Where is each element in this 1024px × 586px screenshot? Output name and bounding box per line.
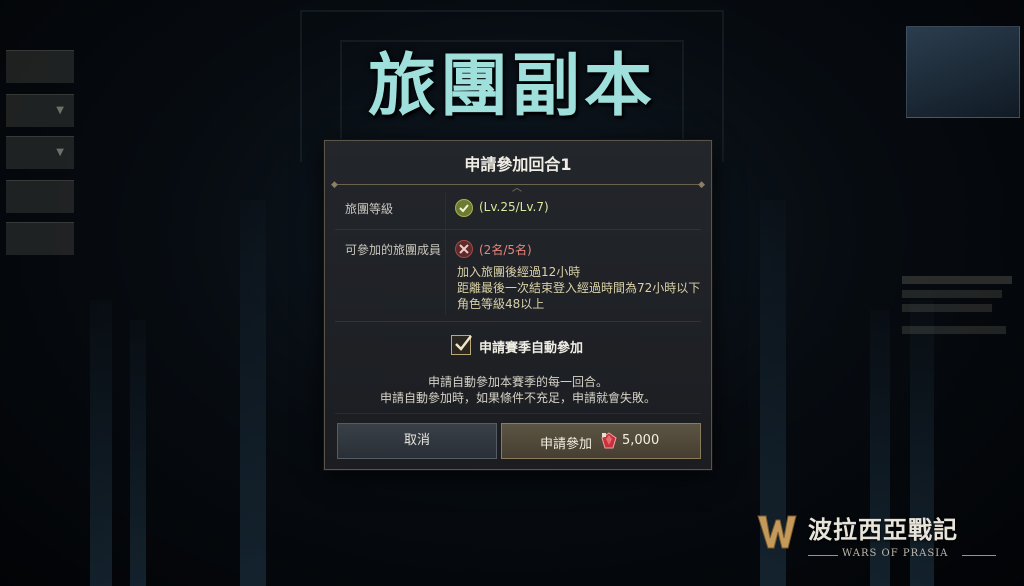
eligible-members-value: (2名/5名) (479, 243, 532, 257)
apply-round-dialog: 申請參加回合1 ◆ ◆ ︿ 旅團等級 (Lv.25/Lv.7) 可參加的旅團成員… (324, 140, 712, 470)
side-menu-item[interactable] (6, 222, 74, 255)
page-title: 旅團副本 (367, 46, 656, 126)
side-blurred-text (902, 276, 1012, 284)
row-divider (335, 413, 701, 414)
condition-text: 角色等級48以上 (457, 297, 545, 311)
side-blurred-text (902, 290, 1002, 298)
condition-text: 距離最後一次結束登入經過時間為72小時以下 (457, 281, 701, 295)
game-logo-subtitle: WARS OF PRASIA (842, 548, 949, 559)
eligible-members-label: 可參加的旅團成員 (345, 243, 442, 257)
dialog-title: 申請參加回合1 (464, 155, 572, 174)
guild-level-value: (Lv.25/Lv.7) (479, 200, 549, 214)
chevron-down-icon: ▼ (56, 147, 64, 158)
guild-level-label: 旅團等級 (345, 202, 394, 216)
logo-divider (808, 555, 838, 556)
divider-ornament-icon: ◆ (698, 180, 705, 190)
side-blurred-text (902, 326, 1006, 334)
red-gem-icon (600, 432, 618, 450)
auto-join-label[interactable]: 申請賽季自動參加 (479, 337, 583, 356)
divider-ornament-icon: ◆ (331, 180, 338, 190)
game-logo-emblem-icon (754, 508, 800, 554)
side-menu-item[interactable] (6, 180, 74, 213)
cancel-button[interactable]: 取消 (337, 423, 497, 459)
check-icon (455, 199, 473, 217)
cross-icon (455, 240, 473, 258)
apply-button-label: 申請參加 (540, 437, 593, 452)
description-text: 申請自動參加本賽季的每一回合。 (427, 375, 608, 389)
condition-text: 加入旅團後經過12小時 (457, 265, 581, 279)
auto-join-checkbox[interactable] (451, 335, 472, 355)
side-menu-item[interactable]: ▼ (6, 136, 74, 169)
row-divider (335, 229, 701, 230)
divider-ornament-icon: ︿ (512, 183, 522, 194)
side-blurred-text (902, 304, 992, 312)
column-divider (445, 193, 446, 315)
apply-cost: 5,000 (622, 433, 660, 448)
game-logo-name: 波拉西亞戰記 (808, 515, 958, 544)
row-divider (335, 321, 701, 322)
description-text: 申請自動參加時，如果條件不充足，申請就會失敗。 (379, 391, 656, 405)
apply-button[interactable]: 申請參加 5,000 (501, 423, 701, 459)
logo-divider (962, 555, 996, 556)
